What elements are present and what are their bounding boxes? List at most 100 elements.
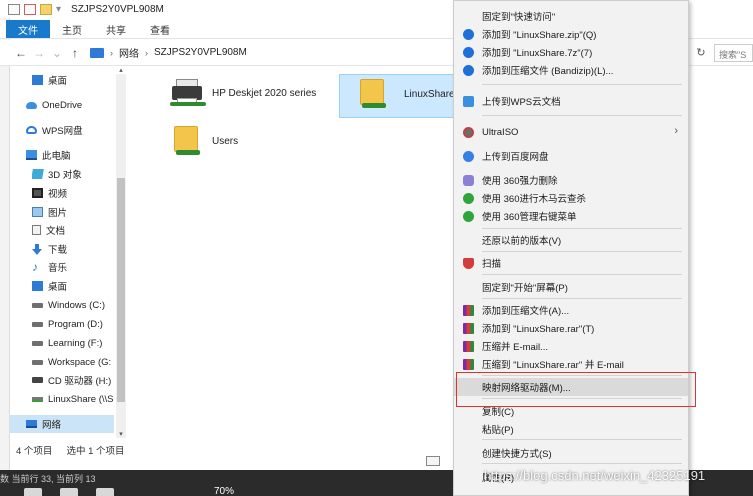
menu-item-rar-email[interactable]: 压缩并 E-mail...	[454, 337, 688, 355]
new-folder-icon[interactable]	[40, 3, 52, 15]
sidebar-item-label: Program (D:)	[48, 318, 103, 330]
sidebar-item-label: 桌面	[48, 282, 68, 293]
quick-access-dropdown-icon[interactable]: ▾	[56, 4, 61, 15]
download-arrow-icon	[32, 243, 43, 255]
refresh-icon[interactable]: ↻	[693, 46, 709, 60]
desktop-icon	[32, 75, 43, 85]
chevron-right-icon: ›	[674, 125, 678, 137]
360-security-icon	[463, 193, 474, 204]
window-icon	[8, 3, 20, 15]
search-input[interactable]: 搜索"S	[714, 44, 753, 62]
menu-separator	[482, 298, 682, 299]
drive-icon	[32, 359, 43, 365]
tab-share[interactable]: 共享	[94, 20, 138, 38]
menu-item-pin-quick-access[interactable]: 固定到"快速访问"	[454, 7, 688, 25]
sidebar-item-label: 3D 对象	[48, 170, 82, 181]
forward-arrow-icon[interactable]: →	[30, 46, 48, 60]
video-icon	[32, 188, 43, 198]
sidebar-item-label: 桌面	[48, 76, 68, 87]
drive-icon	[32, 302, 43, 308]
menu-item-create-shortcut[interactable]: 创建快捷方式(S)	[454, 444, 688, 462]
bandizip-icon	[463, 47, 474, 58]
file-item-printer[interactable]: HP Deskjet 2020 series	[168, 74, 328, 118]
sidebar-item-onedrive[interactable]: OneDrive	[26, 96, 130, 114]
menu-item-upload-wps[interactable]: 上传到WPS云文档	[454, 92, 688, 110]
menu-separator	[482, 439, 682, 440]
menu-separator	[482, 274, 682, 275]
window-title: SZJPS2Y0VPL908M	[71, 3, 164, 15]
scroll-down-arrow-icon[interactable]: ▾	[116, 430, 126, 438]
file-name: Users	[212, 136, 239, 147]
menu-item-rar-add-named[interactable]: 添加到 "LinuxShare.rar"(T)	[454, 319, 688, 337]
shared-folder-icon	[168, 122, 208, 162]
winrar-icon	[463, 359, 474, 370]
shared-folder-icon	[354, 75, 394, 115]
sidebar-item-label: 下载	[48, 245, 68, 256]
menu-item-360-manage[interactable]: 使用 360管理右键菜单	[454, 207, 688, 225]
chevron-right-icon[interactable]: ›	[145, 48, 148, 58]
sidebar-item-label: Learning (F:)	[48, 337, 103, 349]
menu-item-pin-start[interactable]: 固定到"开始"屏幕(P)	[454, 278, 688, 296]
scroll-up-arrow-icon[interactable]: ▴	[116, 66, 126, 74]
sidebar-item-label: 文档	[46, 226, 66, 237]
recent-dropdown-icon[interactable]: ⌄	[48, 46, 66, 60]
document-icon	[32, 225, 41, 235]
menu-item-add-7z[interactable]: 添加到 "LinuxShare.7z"(7)	[454, 43, 688, 61]
sidebar-item-label: Windows (C:)	[48, 299, 106, 311]
menu-item-add-zip[interactable]: 添加到 "LinuxShare.zip"(Q)	[454, 25, 688, 43]
cloud-icon	[26, 101, 37, 109]
save-icon[interactable]	[24, 488, 42, 496]
properties-icon[interactable]	[24, 3, 36, 15]
file-item-linuxshare[interactable]: LinuxShare	[339, 74, 456, 118]
shield-scan-icon	[463, 258, 474, 269]
music-note-icon: ♪	[32, 260, 38, 274]
drive-icon	[32, 340, 43, 346]
computer-icon	[26, 150, 37, 160]
sidebar-item-network[interactable]: 网络	[10, 415, 114, 433]
tab-home[interactable]: 主页	[50, 20, 94, 38]
breadcrumb-network[interactable]: 网络	[119, 45, 139, 60]
menu-item-upload-baidu[interactable]: 上传到百度网盘	[454, 147, 688, 165]
annotation-highlight-box	[456, 372, 696, 407]
desktop-icon	[32, 281, 43, 291]
printer-icon	[168, 74, 208, 114]
file-item-users[interactable]: Users	[168, 122, 328, 166]
bandizip-icon	[463, 29, 474, 40]
chevron-right-icon[interactable]: ›	[110, 48, 113, 58]
menu-item-rar-named-email[interactable]: 压缩到 "LinuxShare.rar" 并 E-mail	[454, 355, 688, 373]
sidebar-item-wps[interactable]: WPS网盘	[26, 121, 130, 139]
menu-separator	[482, 115, 682, 116]
menu-item-add-bandizip[interactable]: 添加到压缩文件 (Bandizip)(L)...	[454, 61, 688, 79]
tab-file[interactable]: 文件	[6, 20, 50, 38]
zoom-level: 70%	[214, 486, 235, 496]
share-icon[interactable]	[96, 488, 114, 496]
menu-item-restore-versions[interactable]: 还原以前的版本(V)	[454, 231, 688, 249]
cloud-outline-icon	[26, 126, 37, 134]
navigation-pane: 桌面 OneDrive WPS网盘 此电脑 3D 对象 视频 图片 文档 下载 …	[10, 66, 126, 438]
menu-item-paste[interactable]: 粘贴(P)	[454, 420, 688, 438]
layout-icon[interactable]	[60, 488, 78, 496]
nav-scrollbar-thumb[interactable]	[117, 178, 125, 402]
wps-cloud-icon	[463, 96, 474, 107]
picture-icon	[32, 207, 43, 217]
status-bar: 4 个项目 选中 1 个项目	[10, 440, 456, 460]
menu-item-360-delete[interactable]: 使用 360强力删除	[454, 171, 688, 189]
menu-item-ultraiso[interactable]: UltraISO ›	[454, 123, 688, 141]
back-arrow-icon[interactable]: ←	[12, 46, 30, 60]
sidebar-item-this-pc[interactable]: 此电脑	[26, 146, 130, 164]
network-icon	[26, 420, 37, 428]
breadcrumb-computer[interactable]: SZJPS2Y0VPL908M	[154, 47, 247, 58]
file-name: HP Deskjet 2020 series	[212, 88, 317, 99]
menu-item-scan[interactable]: 扫描	[454, 254, 688, 272]
ultraiso-disc-icon	[463, 127, 474, 138]
watermark-text: https://blog.csdn.net/weixin_42325191	[484, 468, 706, 483]
item-count: 4 个项目	[16, 446, 53, 457]
tab-view[interactable]: 查看	[138, 20, 182, 38]
file-name: LinuxShare	[404, 89, 455, 100]
details-view-icon[interactable]	[426, 456, 440, 466]
up-arrow-icon[interactable]: ↑	[66, 46, 84, 60]
menu-item-rar-add[interactable]: 添加到压缩文件(A)...	[454, 301, 688, 319]
menu-item-360-scan[interactable]: 使用 360进行木马云查杀	[454, 189, 688, 207]
sidebar-item-label: Workspace (G:	[48, 356, 112, 368]
winrar-icon	[463, 323, 474, 334]
